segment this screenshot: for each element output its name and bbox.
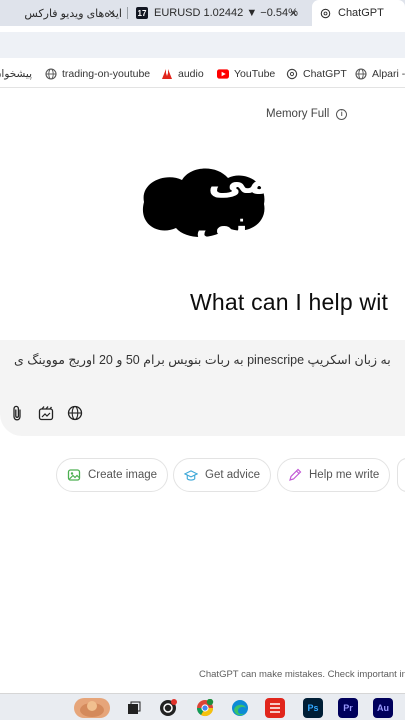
widget-icon[interactable] xyxy=(74,698,110,718)
obs-icon[interactable] xyxy=(158,698,178,718)
bookmarks-bar: پیشخوان trading-on-youtube audio YouTube… xyxy=(0,62,405,88)
pen-icon xyxy=(288,468,302,482)
bookmark-audio[interactable]: audio xyxy=(161,68,204,80)
chrome-icon[interactable] xyxy=(195,698,215,718)
canvas-icon[interactable] xyxy=(37,404,55,422)
create-image-button[interactable]: Create image xyxy=(56,458,169,492)
premiere-icon[interactable]: Pr xyxy=(338,698,358,718)
graduation-cap-icon xyxy=(184,468,198,482)
page-title: What can I help wit xyxy=(190,289,389,315)
chip-label: Get advice xyxy=(205,469,260,481)
sticker-overlay: می زنی xyxy=(136,158,270,246)
info-icon: i xyxy=(336,108,348,120)
address-field[interactable] xyxy=(0,32,405,58)
tradingview-icon: 17 xyxy=(136,7,148,19)
disclaimer-text: ChatGPT can make mistakes. Check importa… xyxy=(199,669,405,680)
edge-icon[interactable] xyxy=(230,698,250,718)
globe-icon xyxy=(45,68,57,80)
tab-strip: ایده‌های ویدیو فارکس و × 17 EURUSD 1.024… xyxy=(0,0,405,26)
app-icon[interactable] xyxy=(265,698,285,718)
memory-full-indicator[interactable]: Memory Full i xyxy=(266,108,348,120)
image-icon xyxy=(67,468,81,482)
more-button[interactable] xyxy=(397,458,405,492)
get-advice-button[interactable]: Get advice xyxy=(173,458,271,492)
bookmark-folder[interactable]: پیشخوان xyxy=(0,68,32,80)
chatgpt-icon xyxy=(286,68,298,80)
adobe-icon xyxy=(161,68,173,80)
close-icon[interactable]: × xyxy=(108,6,115,20)
address-bar-area xyxy=(0,26,405,62)
bookmark-label: YouTube xyxy=(234,68,276,80)
bookmark-trading-on-youtube[interactable]: trading-on-youtube xyxy=(45,68,150,80)
chip-label: Create image xyxy=(88,469,158,481)
web-search-icon[interactable] xyxy=(66,404,84,422)
help-me-write-button[interactable]: Help me write xyxy=(277,458,391,492)
bookmark-alpari[interactable]: Alpari - xyxy=(355,68,405,80)
bookmark-label: trading-on-youtube xyxy=(62,68,151,80)
tab-title: EURUSD 1.02442 ▼ −0.54% xyxy=(154,7,298,19)
memory-label: Memory Full xyxy=(266,108,330,120)
bookmark-youtube[interactable]: YouTube xyxy=(217,68,275,80)
tab-title: ChatGPT xyxy=(338,7,384,19)
sticker-text: می زنی xyxy=(195,158,270,246)
tab-forex-ideas[interactable]: ایده‌های ویدیو فارکس و × xyxy=(0,0,122,26)
prompt-input[interactable]: به زبان اسکریپ pinescripe به ربات بنویس … xyxy=(14,352,405,370)
tab-separator xyxy=(127,7,128,19)
attach-icon[interactable] xyxy=(8,404,26,422)
bookmark-label: پیشخوان xyxy=(0,68,32,80)
close-icon[interactable]: × xyxy=(290,6,297,20)
audition-icon[interactable]: Au xyxy=(373,698,393,718)
youtube-icon xyxy=(217,68,229,80)
chip-label: Help me write xyxy=(309,469,380,481)
photoshop-icon[interactable]: Ps xyxy=(303,698,323,718)
chatgpt-icon xyxy=(320,8,331,19)
browser-window: ایده‌های ویدیو فارکس و × 17 EURUSD 1.024… xyxy=(0,0,405,720)
bookmark-chatgpt[interactable]: ChatGPT xyxy=(286,68,347,80)
bookmark-label: ChatGPT xyxy=(303,68,347,80)
tab-chatgpt[interactable]: ChatGPT xyxy=(312,0,405,26)
globe-icon xyxy=(355,68,367,80)
tab-title: ایده‌های ویدیو فارکس و xyxy=(22,7,122,20)
tab-eurusd[interactable]: 17 EURUSD 1.02442 ▼ −0.54% × xyxy=(130,0,306,26)
task-view-icon[interactable] xyxy=(124,698,144,718)
bookmark-label: audio xyxy=(178,68,204,80)
taskbar: Ps Pr Au xyxy=(0,693,405,720)
bookmark-label: Alpari - xyxy=(372,68,405,80)
